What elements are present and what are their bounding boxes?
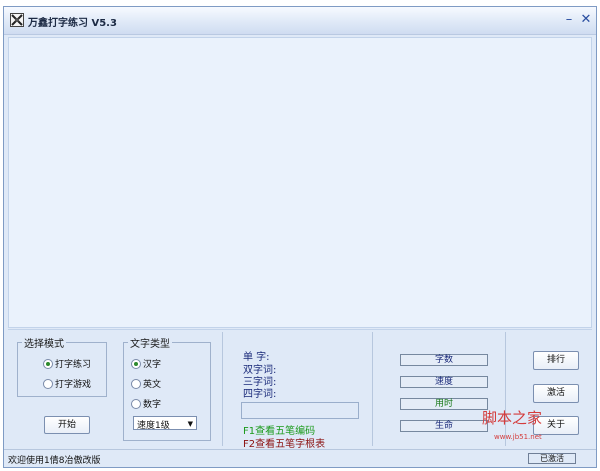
close-button[interactable]: ✕: [579, 13, 593, 27]
f2-hint: F2查看五笔字根表: [243, 439, 326, 450]
watermark-logo: 脚本之家: [482, 409, 543, 427]
mode-option-typing[interactable]: 打字练习: [43, 357, 91, 370]
input-box[interactable]: [241, 402, 359, 419]
status-badge: 已激活: [528, 453, 576, 464]
panel-divider: [372, 332, 373, 446]
radio-checked-icon[interactable]: [43, 358, 53, 369]
metric-life: 生命: [400, 420, 488, 432]
text-type-option-number[interactable]: 数字: [131, 397, 161, 410]
rank-button[interactable]: 排行: [533, 351, 579, 370]
radio-unchecked-icon[interactable]: [43, 378, 53, 389]
text-type-option-label: 英文: [143, 380, 162, 390]
text-type-option-label: 数字: [143, 400, 162, 410]
radio-checked-icon[interactable]: [131, 358, 141, 369]
panel-divider: [222, 332, 223, 446]
app-window: 万鑫打字练习 V5.3 – ✕ 选择模式 打字练习 打字游戏 开始 文字类型 汉…: [3, 6, 597, 468]
mode-option-label: 打字游戏: [55, 380, 92, 390]
text-type-option-label: 汉字: [143, 360, 162, 370]
text-type-option-hanzi[interactable]: 汉字: [131, 357, 161, 370]
chevron-down-icon: ▼: [187, 420, 193, 428]
text-type-group-legend: 文字类型: [130, 339, 170, 350]
metric-chars: 字数: [400, 354, 488, 366]
metric-speed: 速度: [400, 376, 488, 388]
activate-button[interactable]: 激活: [533, 384, 579, 403]
text-type-option-english[interactable]: 英文: [131, 377, 161, 390]
status-bar: 欢迎使用1倩8冶傲改版 已激活: [4, 449, 596, 467]
mode-option-game[interactable]: 打字游戏: [43, 377, 91, 390]
radio-unchecked-icon[interactable]: [131, 378, 141, 389]
typing-display-area[interactable]: [8, 37, 592, 328]
minimize-button[interactable]: –: [562, 13, 576, 27]
radio-unchecked-icon[interactable]: [131, 398, 141, 409]
status-welcome-text: 欢迎使用1倩8冶傲改版: [8, 456, 101, 466]
watermark-url: www.jb51.net: [494, 433, 542, 441]
stat-quad-label: 四字词:: [243, 389, 277, 400]
app-logo-icon: [10, 13, 24, 27]
panel-divider: [505, 332, 506, 446]
mode-option-label: 打字练习: [55, 360, 92, 370]
window-title: 万鑫打字练习 V5.3: [28, 18, 117, 29]
title-bar[interactable]: 万鑫打字练习 V5.3 – ✕: [4, 7, 596, 35]
start-button[interactable]: 开始: [44, 416, 90, 434]
speed-select[interactable]: 速度1级 ▼: [133, 416, 197, 431]
control-panel: 选择模式 打字练习 打字游戏 开始 文字类型 汉字 英文 数字 速度1级 ▼ 单…: [8, 329, 592, 450]
metric-time: 用时: [400, 398, 488, 410]
mode-group-legend: 选择模式: [24, 339, 64, 350]
speed-select-value: 速度1级: [137, 421, 170, 431]
